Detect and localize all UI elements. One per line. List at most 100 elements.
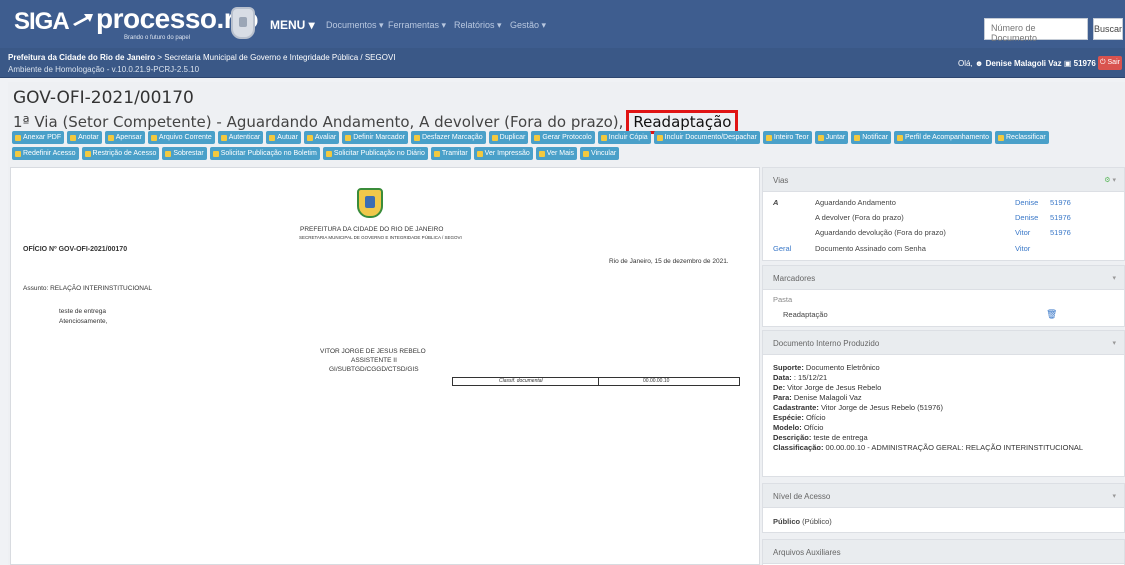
info-field-value: Vitor Jorge de Jesus Rebelo (51976)	[818, 403, 943, 412]
action-icon	[765, 134, 772, 141]
via-user-link[interactable]: Denise	[1015, 213, 1038, 222]
toolbar-button[interactable]: Apensar	[104, 131, 145, 144]
auxiliary-files-header[interactable]: Arquivos Auxiliares	[763, 540, 1124, 564]
action-icon	[84, 150, 91, 157]
info-field-key: Espécie:	[773, 413, 804, 422]
toolbar-button[interactable]: Ver Mais	[535, 147, 578, 160]
action-icon	[306, 134, 313, 141]
toolbar-button[interactable]: Duplicar	[488, 131, 529, 144]
info-field-value: Denise Malagoli Vaz	[791, 393, 862, 402]
via-user-link[interactable]: Vitor	[1015, 228, 1030, 237]
toolbar-button-label: Arquivo Corrente	[158, 134, 212, 141]
toolbar-button[interactable]: Incluir Cópia	[597, 131, 651, 144]
toolbar-button[interactable]: Desfazer Marcação	[410, 131, 486, 144]
via-user-link[interactable]: Denise	[1015, 198, 1038, 207]
toolbar-button[interactable]: Gerar Protocolo	[531, 131, 595, 144]
action-icon	[325, 150, 332, 157]
toolbar-button[interactable]: Avaliar	[303, 131, 340, 144]
toolbar-button[interactable]: Autuar	[266, 131, 301, 144]
toolbar-button[interactable]: Incluir Documento/Despachar	[653, 131, 760, 144]
toolbar-button-label: Restrição de Acesso	[92, 150, 157, 157]
toolbar-button-label: Juntar	[825, 134, 846, 141]
organization-breadcrumb: Prefeitura da Cidade do Rio de Janeiro >…	[8, 53, 396, 62]
action-icon	[600, 134, 607, 141]
action-icon	[220, 134, 227, 141]
info-field: Data: : 15/12/21	[773, 373, 1114, 383]
logout-button[interactable]: ⏻ Sair	[1098, 56, 1122, 70]
user-name: Denise Malagoli Vaz	[985, 59, 1062, 68]
info-field: Cadastrante: Vitor Jorge de Jesus Rebelo…	[773, 403, 1114, 413]
toolbar-button-label: Inteiro Teor	[773, 134, 809, 141]
toolbar-button-label: Definir Marcador	[353, 134, 405, 141]
menu-documentos[interactable]: Documentos ▾	[326, 20, 384, 31]
info-field: Espécie: Ofício	[773, 413, 1114, 423]
preview-sub-org: SECRETARIA MUNICIPAL DE GOVERNO E INTEGR…	[299, 235, 462, 240]
toolbar-button[interactable]: Redefinir Acesso	[12, 147, 79, 160]
access-level-header[interactable]: Nível de Acesso ▾	[763, 484, 1124, 508]
settings-chevron-icon[interactable]: ⚙ ▾	[1104, 176, 1116, 184]
search-button[interactable]: Buscar	[1093, 18, 1123, 40]
toolbar-button-label: Anexar PDF	[23, 134, 62, 141]
user-id: 51976	[1073, 59, 1096, 68]
toolbar-button[interactable]: Ver Impressão	[473, 147, 533, 160]
geral-user-link[interactable]: Vitor	[1015, 244, 1030, 253]
environment-label: Ambiente de Homologação - v.10.0.21.9-PC…	[8, 65, 200, 74]
action-icon	[534, 134, 541, 141]
toolbar-button-label: Autenticar	[228, 134, 261, 141]
preview-oficio-number: OFÍCIO Nº GOV-OFI-2021/00170	[23, 246, 128, 253]
preview-unit: GI/SUBTGD/CGGD/CTSD/GIS	[329, 366, 419, 373]
arrow-icon	[73, 14, 93, 26]
toolbar-button[interactable]: Solicitar Publicação no Diário	[322, 147, 428, 160]
menu-ferramentas[interactable]: Ferramentas ▾	[388, 20, 446, 31]
toolbar-button-label: Incluir Documento/Despachar	[664, 134, 757, 141]
toolbar-button[interactable]: Definir Marcador	[342, 131, 408, 144]
chevron-down-icon[interactable]: ▾	[1112, 492, 1116, 500]
toolbar-button[interactable]: Perfil de Acompanhamento	[893, 131, 992, 144]
chevron-down-icon[interactable]: ▾	[1112, 339, 1116, 347]
siga-logo[interactable]: SIGA	[14, 8, 93, 36]
preview-role: ASSISTENTE II	[351, 357, 397, 364]
chevron-down-icon[interactable]: ▾	[1112, 274, 1116, 282]
menu-gestao[interactable]: Gestão ▾	[510, 20, 546, 31]
toolbar-button-label: Vincular	[591, 150, 617, 157]
info-field-value: Ofício	[801, 423, 824, 432]
city-coat-of-arms-icon	[357, 188, 383, 218]
toolbar-row-1: Anexar PDF Anotar Apensar Arquivo Corrente A…	[12, 131, 1112, 144]
toolbar-button[interactable]: Inteiro Teor	[762, 131, 812, 144]
document-number-input[interactable]: Número de Documento	[984, 18, 1088, 43]
action-icon	[70, 134, 77, 141]
toolbar-button[interactable]: Sobrestar	[162, 147, 207, 160]
toolbar-button[interactable]: Vincular	[580, 147, 620, 160]
toolbar-button-label: Autuar	[277, 134, 298, 141]
toolbar-button[interactable]: Tramitar	[430, 147, 471, 160]
action-icon	[212, 150, 219, 157]
geral-link[interactable]: Geral	[773, 244, 791, 253]
toolbar-button[interactable]: Anotar	[67, 131, 102, 144]
toolbar-button[interactable]: Solicitar Publicação no Boletim	[209, 147, 320, 160]
preview-date: Rio de Janeiro, 15 de dezembro de 2021.	[609, 258, 729, 265]
toolbar-button-label: Ver Impressão	[484, 150, 530, 157]
via-letter: A	[773, 198, 779, 207]
via-id-link[interactable]: 51976	[1050, 213, 1071, 222]
toolbar-button[interactable]: Restrição de Acesso	[81, 147, 160, 160]
toolbar-button-label: Tramitar	[441, 150, 468, 157]
marcadores-header[interactable]: Marcadores ▾	[763, 266, 1124, 290]
toolbar-button[interactable]: Reclassificar	[995, 131, 1049, 144]
main-menu[interactable]: MENU ▾	[270, 18, 315, 32]
action-icon	[413, 134, 420, 141]
document-title: GOV-OFI-2021/00170	[13, 88, 194, 108]
preview-org: PREFEITURA DA CIDADE DO RIO DE JANEIRO	[300, 226, 444, 233]
trash-icon[interactable]: 🗑	[1046, 309, 1057, 320]
toolbar-button[interactable]: Arquivo Corrente	[147, 131, 215, 144]
vias-panel: Vias ⚙ ▾ A Aguardando Andamento Denise 51…	[762, 167, 1125, 261]
toolbar-button[interactable]: Juntar	[814, 131, 849, 144]
document-info-header[interactable]: Documento Interno Produzido ▾	[763, 331, 1124, 355]
via-id-link[interactable]: 51976	[1050, 228, 1071, 237]
toolbar-button[interactable]: Autenticar	[217, 131, 264, 144]
via-id-link[interactable]: 51976	[1050, 198, 1071, 207]
toolbar-button[interactable]: Anexar PDF	[12, 131, 65, 144]
toolbar-button-label: Solicitar Publicação no Diário	[333, 150, 425, 157]
info-field-key: De:	[773, 383, 786, 392]
toolbar-button[interactable]: Notificar	[851, 131, 891, 144]
menu-relatorios[interactable]: Relatórios ▾	[454, 20, 502, 31]
